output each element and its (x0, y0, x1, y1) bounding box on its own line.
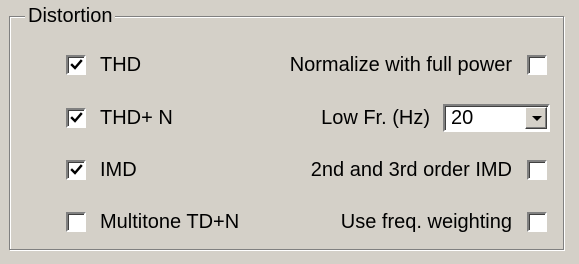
checkmark-icon (70, 112, 83, 123)
thd-n-checkbox[interactable] (66, 108, 86, 128)
multitone-tdn-checkbox[interactable] (66, 212, 86, 232)
low-freq-combobox[interactable]: 20 (443, 104, 550, 132)
freq-weighting-checkbox[interactable] (527, 212, 547, 232)
checkmark-icon (70, 164, 83, 175)
checkmark-icon (70, 59, 83, 70)
normalize-full-power-label: Normalize with full power (289, 54, 512, 76)
thd-label: THD (100, 54, 142, 76)
multitone-tdn-label: Multitone TD+N (100, 211, 240, 233)
low-freq-value: 20 (451, 107, 474, 129)
low-freq-label: Low Fr. (Hz) (321, 107, 430, 129)
distortion-group-title: Distortion (25, 4, 116, 28)
chevron-down-icon (532, 116, 542, 121)
low-freq-dropdown-button[interactable] (525, 107, 547, 129)
imd-checkbox[interactable] (66, 160, 86, 180)
thd-n-label: THD+ N (100, 107, 173, 129)
thd-checkbox[interactable] (66, 55, 86, 75)
imd-order-checkbox[interactable] (527, 160, 547, 180)
imd-label: IMD (100, 159, 137, 181)
imd-order-label: 2nd and 3rd order IMD (310, 159, 512, 181)
normalize-full-power-checkbox[interactable] (527, 55, 547, 75)
freq-weighting-label: Use freq. weighting (340, 211, 512, 233)
